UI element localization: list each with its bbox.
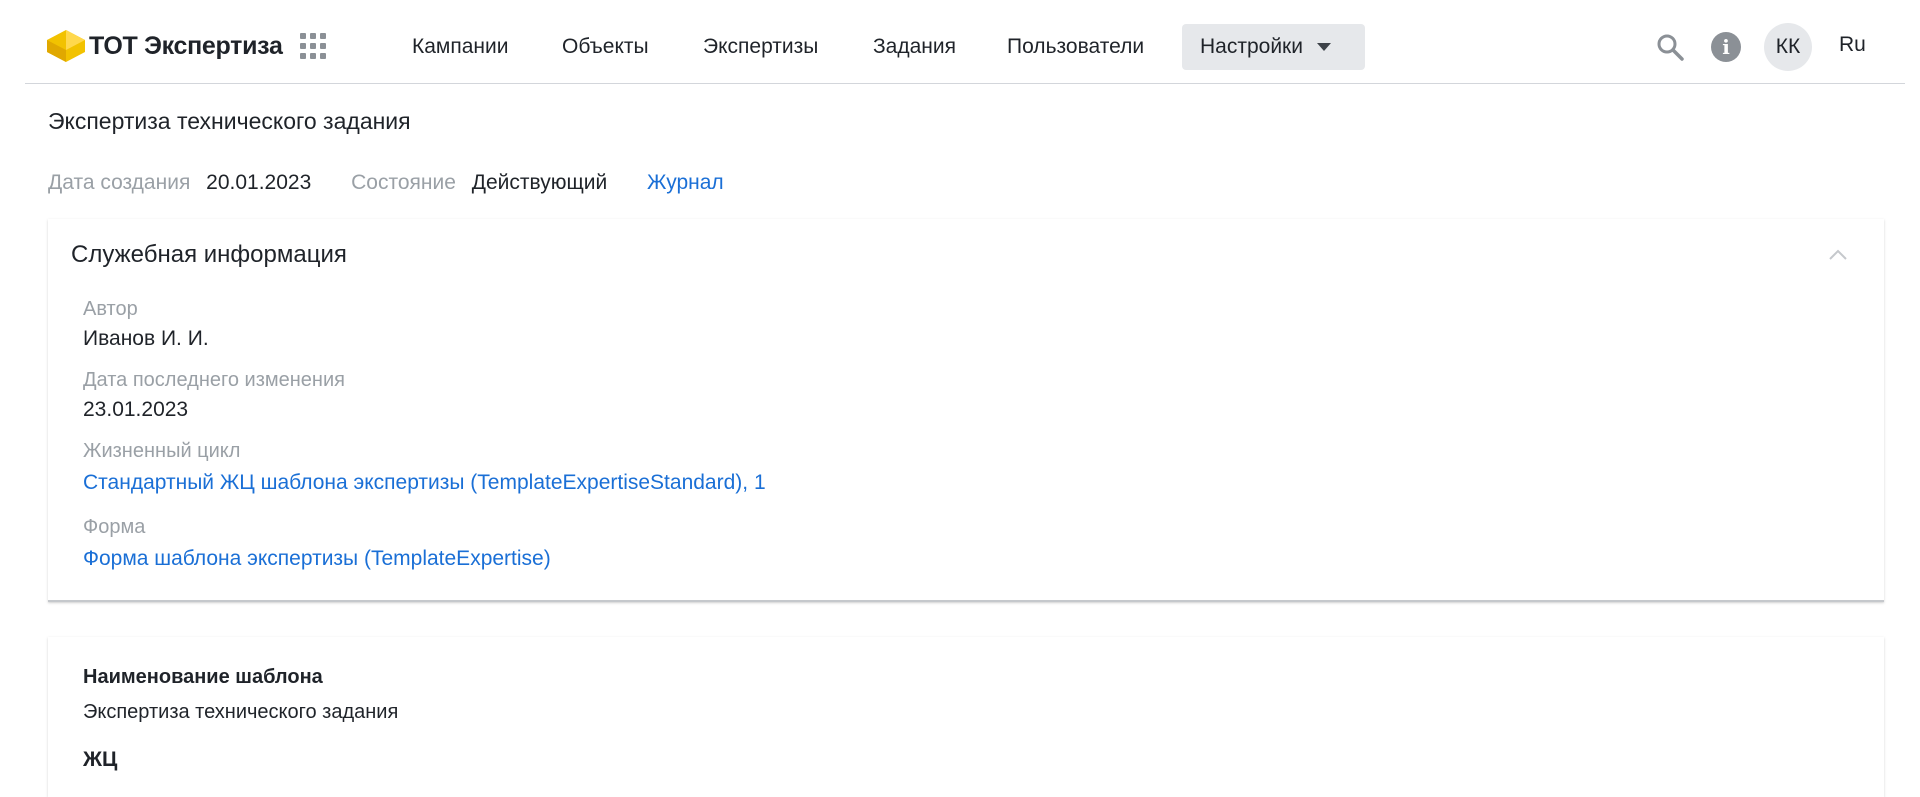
- chevron-up-icon[interactable]: [1828, 247, 1848, 261]
- apps-grid-icon[interactable]: [300, 33, 326, 59]
- nav-objects[interactable]: Объекты: [562, 24, 649, 70]
- template-name-label: Наименование шаблона: [83, 666, 323, 688]
- form-label: Форма: [83, 516, 146, 538]
- nav-settings[interactable]: Настройки: [1182, 24, 1365, 70]
- modified-label: Дата последнего изменения: [83, 369, 345, 391]
- language-switcher[interactable]: Ru: [1839, 33, 1866, 57]
- journal-link[interactable]: Журнал: [647, 171, 724, 194]
- meta-bar: Дата создания 20.01.2023 Состояние Дейст…: [48, 171, 724, 195]
- modified-value: 23.01.2023: [83, 398, 189, 421]
- info-icon[interactable]: i: [1711, 32, 1741, 62]
- logo[interactable]: ТОТ Экспертиза: [47, 28, 283, 64]
- nav-settings-label: Настройки: [1200, 35, 1303, 58]
- top-header: ТОТ Экспертиза Кампании Объекты Эксперти…: [25, 0, 1905, 84]
- template-card: Наименование шаблона Экспертиза техничес…: [48, 637, 1884, 797]
- state-value: Действующий: [471, 171, 608, 194]
- author-label: Автор: [83, 298, 138, 320]
- created-value: 20.01.2023: [206, 171, 312, 194]
- template-name-value: Экспертиза технического задания: [83, 701, 399, 723]
- logo-icon: [47, 30, 85, 62]
- avatar[interactable]: КК: [1764, 23, 1812, 71]
- nav-expertises[interactable]: Экспертизы: [703, 24, 818, 70]
- search-icon[interactable]: [1655, 32, 1685, 62]
- author-value: Иванов И. И.: [83, 327, 209, 350]
- service-info-card: Служебная информация Автор Иванов И. И. …: [48, 219, 1884, 602]
- state-label: Состояние: [351, 171, 456, 194]
- created-label: Дата создания: [48, 171, 191, 194]
- nav-users[interactable]: Пользователи: [1007, 24, 1144, 70]
- page-title: Экспертиза технического задания: [48, 108, 411, 134]
- service-info-title: Служебная информация: [71, 241, 347, 268]
- template-lc-label: ЖЦ: [83, 748, 118, 771]
- nav-campaigns[interactable]: Кампании: [412, 24, 508, 70]
- nav-tasks[interactable]: Задания: [873, 24, 956, 70]
- logo-text: ТОТ Экспертиза: [89, 31, 283, 60]
- lifecycle-link[interactable]: Стандартный ЖЦ шаблона экспертизы (Templ…: [83, 471, 766, 495]
- lifecycle-label: Жизненный цикл: [83, 440, 241, 462]
- form-link[interactable]: Форма шаблона экспертизы (TemplateExpert…: [83, 547, 551, 571]
- chevron-down-icon: [1316, 43, 1331, 51]
